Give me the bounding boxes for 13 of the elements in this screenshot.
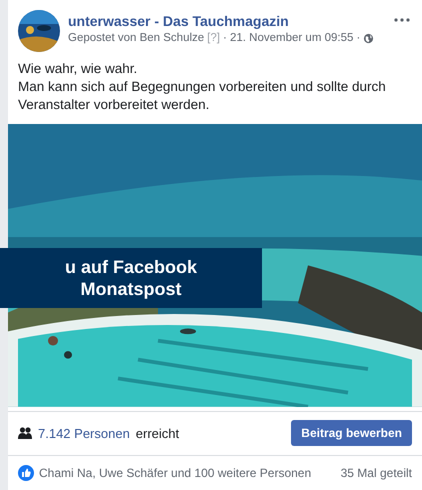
share-count[interactable]: 35 Mal geteilt bbox=[340, 464, 412, 482]
boost-post-button[interactable]: Beitrag bewerben bbox=[291, 420, 412, 446]
reaction-names[interactable]: Chami Na, Uwe Schäfer und 100 weitere Personen bbox=[39, 464, 312, 482]
post-date[interactable]: · 21. November um 09:55 · bbox=[222, 30, 360, 46]
reach-label: erreicht bbox=[136, 424, 180, 443]
post-text: Wie wahr, wie wahr. bbox=[18, 60, 138, 78]
banner-text: u auf Facebook bbox=[64, 256, 198, 278]
page-name[interactable]: unterwasser - Das Tauchmagazin bbox=[68, 12, 386, 30]
posted-by: Gepostet von Ben Schulze bbox=[68, 31, 204, 46]
post-text: Man kann sich auf Begegnungen vorbereiten und sollte durch bbox=[18, 78, 387, 96]
post-text: Veranstalter vorbereitet werden. bbox=[18, 96, 210, 114]
reach-count[interactable]: 7.142 Personen bbox=[38, 424, 130, 444]
banner-text: Monatspost bbox=[80, 278, 182, 300]
